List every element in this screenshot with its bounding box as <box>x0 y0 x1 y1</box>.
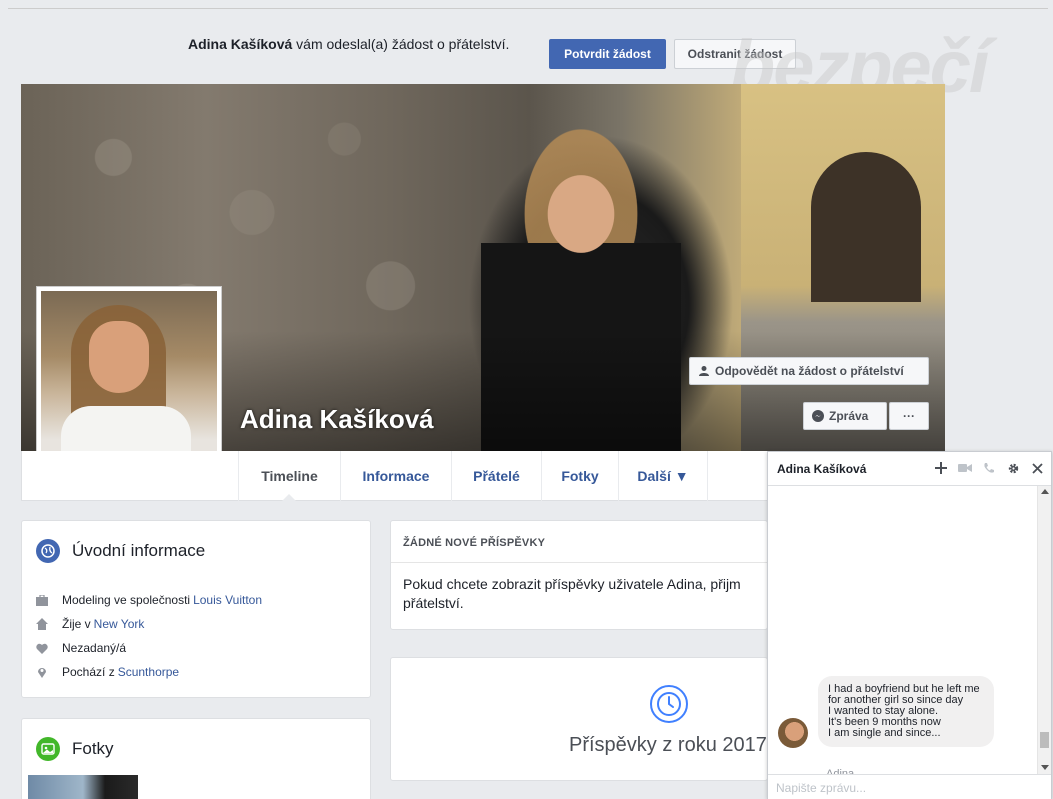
photo-icon <box>36 737 60 761</box>
plus-icon[interactable] <box>933 457 949 479</box>
location-pin-icon <box>36 666 48 678</box>
chat-tools <box>933 457 1045 479</box>
friend-request-sender[interactable]: Adina Kašíková <box>188 36 292 52</box>
posts-card: ŽÁDNÉ NOVÉ PŘÍSPĚVKY Pokud chcete zobraz… <box>390 520 768 630</box>
profile-picture-image <box>41 291 217 477</box>
tab-photos[interactable]: Fotky <box>541 451 618 501</box>
scroll-down-arrow[interactable] <box>1041 765 1049 770</box>
posts-body: Pokud chcete zobrazit příspěvky uživatel… <box>403 576 741 611</box>
intro-item-work: Modeling ve společnosti Louis Vuitton <box>36 588 262 612</box>
briefcase-icon <box>36 594 48 606</box>
chat-message-line: I am single and since... <box>828 727 941 739</box>
message-button-label: Zpráva <box>829 409 869 423</box>
scroll-up-arrow[interactable] <box>1041 489 1049 494</box>
friend-request-message: vám odeslal(a) žádost o přátelství. <box>292 36 510 52</box>
intro-item-relationship: Nezadaný/á <box>36 636 262 660</box>
message-button[interactable]: Zpráva <box>803 402 887 430</box>
more-options-button[interactable]: ··· <box>889 402 929 430</box>
year-label: Příspěvky z roku 2017 <box>569 734 767 756</box>
intro-header: Úvodní informace <box>36 539 205 563</box>
chat-header[interactable]: Adina Kašíková <box>768 452 1051 486</box>
clock-icon <box>650 685 688 723</box>
intro-item-text: Pochází z <box>62 665 115 679</box>
intro-item-lives: Žije v New York <box>36 612 262 636</box>
intro-card: Úvodní informace Modeling ve společnosti… <box>21 520 371 698</box>
profile-name[interactable]: Adina Kašíková <box>240 404 434 435</box>
intro-item-hometown: Pochází z Scunthorpe <box>36 660 262 684</box>
year-card: Příspěvky z roku 2017 <box>390 657 768 781</box>
photos-header: Fotky <box>36 737 114 761</box>
photos-title[interactable]: Fotky <box>72 739 114 759</box>
tab-info[interactable]: Informace <box>340 451 451 501</box>
chat-avatar[interactable] <box>778 718 808 748</box>
chat-scrollbar[interactable] <box>1037 486 1051 774</box>
intro-link-work[interactable]: Louis Vuitton <box>193 593 262 607</box>
intro-link-city[interactable]: New York <box>94 617 145 631</box>
video-camera-icon[interactable] <box>957 457 973 479</box>
friend-request-text: Adina Kašíková vám odeslal(a) žádost o p… <box>188 36 509 52</box>
chat-message-bubble: I had a boyfriend but he left me for ano… <box>818 676 994 747</box>
intro-item-text: Žije v <box>62 617 91 631</box>
photo-thumbnail[interactable] <box>28 775 138 799</box>
gear-icon[interactable] <box>1005 457 1021 479</box>
respond-friend-request-button[interactable]: Odpovědět na žádost o přátelství <box>689 357 929 385</box>
intro-item-text: Nezadaný/á <box>62 641 127 655</box>
person-icon <box>698 365 710 377</box>
photos-card: Fotky <box>21 718 371 799</box>
tab-more[interactable]: Další ▼ <box>618 451 708 501</box>
respond-button-label: Odpovědět na žádost o přátelství <box>715 364 904 378</box>
intro-item-text: Modeling ve společnosti <box>62 593 191 607</box>
posts-header: ŽÁDNÉ NOVÉ PŘÍSPĚVKY <box>391 521 767 563</box>
intro-title: Úvodní informace <box>72 541 206 560</box>
globe-icon <box>36 539 60 563</box>
scroll-thumb[interactable] <box>1040 732 1049 748</box>
profile-face <box>89 321 149 393</box>
active-tab-indicator <box>282 494 296 501</box>
heart-icon <box>36 642 48 654</box>
close-icon[interactable] <box>1029 457 1045 479</box>
home-icon <box>36 618 48 630</box>
intro-link-hometown[interactable]: Scunthorpe <box>118 665 179 679</box>
chat-input-area <box>768 774 1051 799</box>
chat-message-input[interactable] <box>768 775 1051 799</box>
chat-window: Adina Kašíková I had a boyfriend but he … <box>767 451 1052 799</box>
intro-list: Modeling ve společnosti Louis Vuitton Ži… <box>36 588 262 684</box>
confirm-request-button[interactable]: Potvrdit žádost <box>549 39 666 69</box>
messenger-icon <box>812 410 824 422</box>
tab-friends[interactable]: Přátelé <box>451 451 541 501</box>
chat-contact-name[interactable]: Adina Kašíková <box>777 462 866 476</box>
cover-archway <box>811 152 921 302</box>
phone-icon[interactable] <box>981 457 997 479</box>
